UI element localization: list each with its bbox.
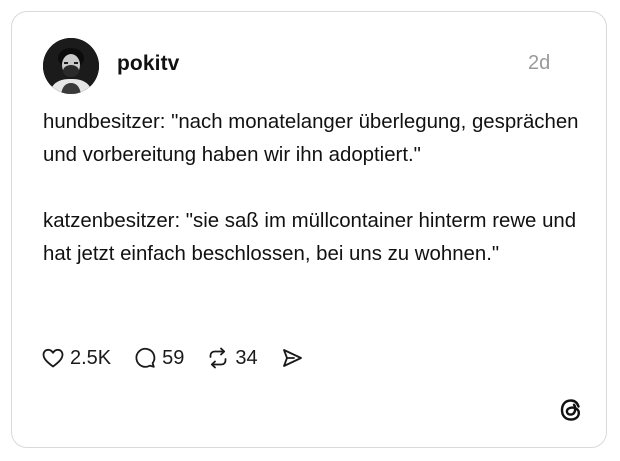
post-paragraph: katzenbesitzer: "sie saß im müllcontaine… <box>43 210 577 265</box>
repost-count: 34 <box>235 346 258 369</box>
avatar[interactable] <box>43 38 99 94</box>
post-card: pokitv 2d hundbesitzer: "nach monatelang… <box>11 11 607 448</box>
like-button[interactable]: 2.5K <box>41 346 111 370</box>
speech-bubble-icon <box>133 346 157 370</box>
post-timestamp: 2d <box>528 52 551 74</box>
like-count: 2.5K <box>70 346 112 369</box>
threads-logo-icon <box>558 397 584 423</box>
action-bar: 2.5K 59 34 <box>41 344 326 372</box>
repost-button[interactable]: 34 <box>206 346 258 370</box>
avatar-photo <box>43 38 99 94</box>
heart-icon <box>41 346 65 370</box>
reply-button[interactable]: 59 <box>133 346 184 370</box>
send-icon <box>280 346 304 370</box>
post-body: hundbesitzer: "nach monatelanger überleg… <box>43 106 583 271</box>
username[interactable]: pokitv <box>117 52 179 76</box>
post-paragraph: hundbesitzer: "nach monatelanger überleg… <box>43 111 579 166</box>
repost-arrows-icon <box>206 346 230 370</box>
share-button[interactable] <box>280 346 304 370</box>
reply-count: 59 <box>162 346 185 369</box>
